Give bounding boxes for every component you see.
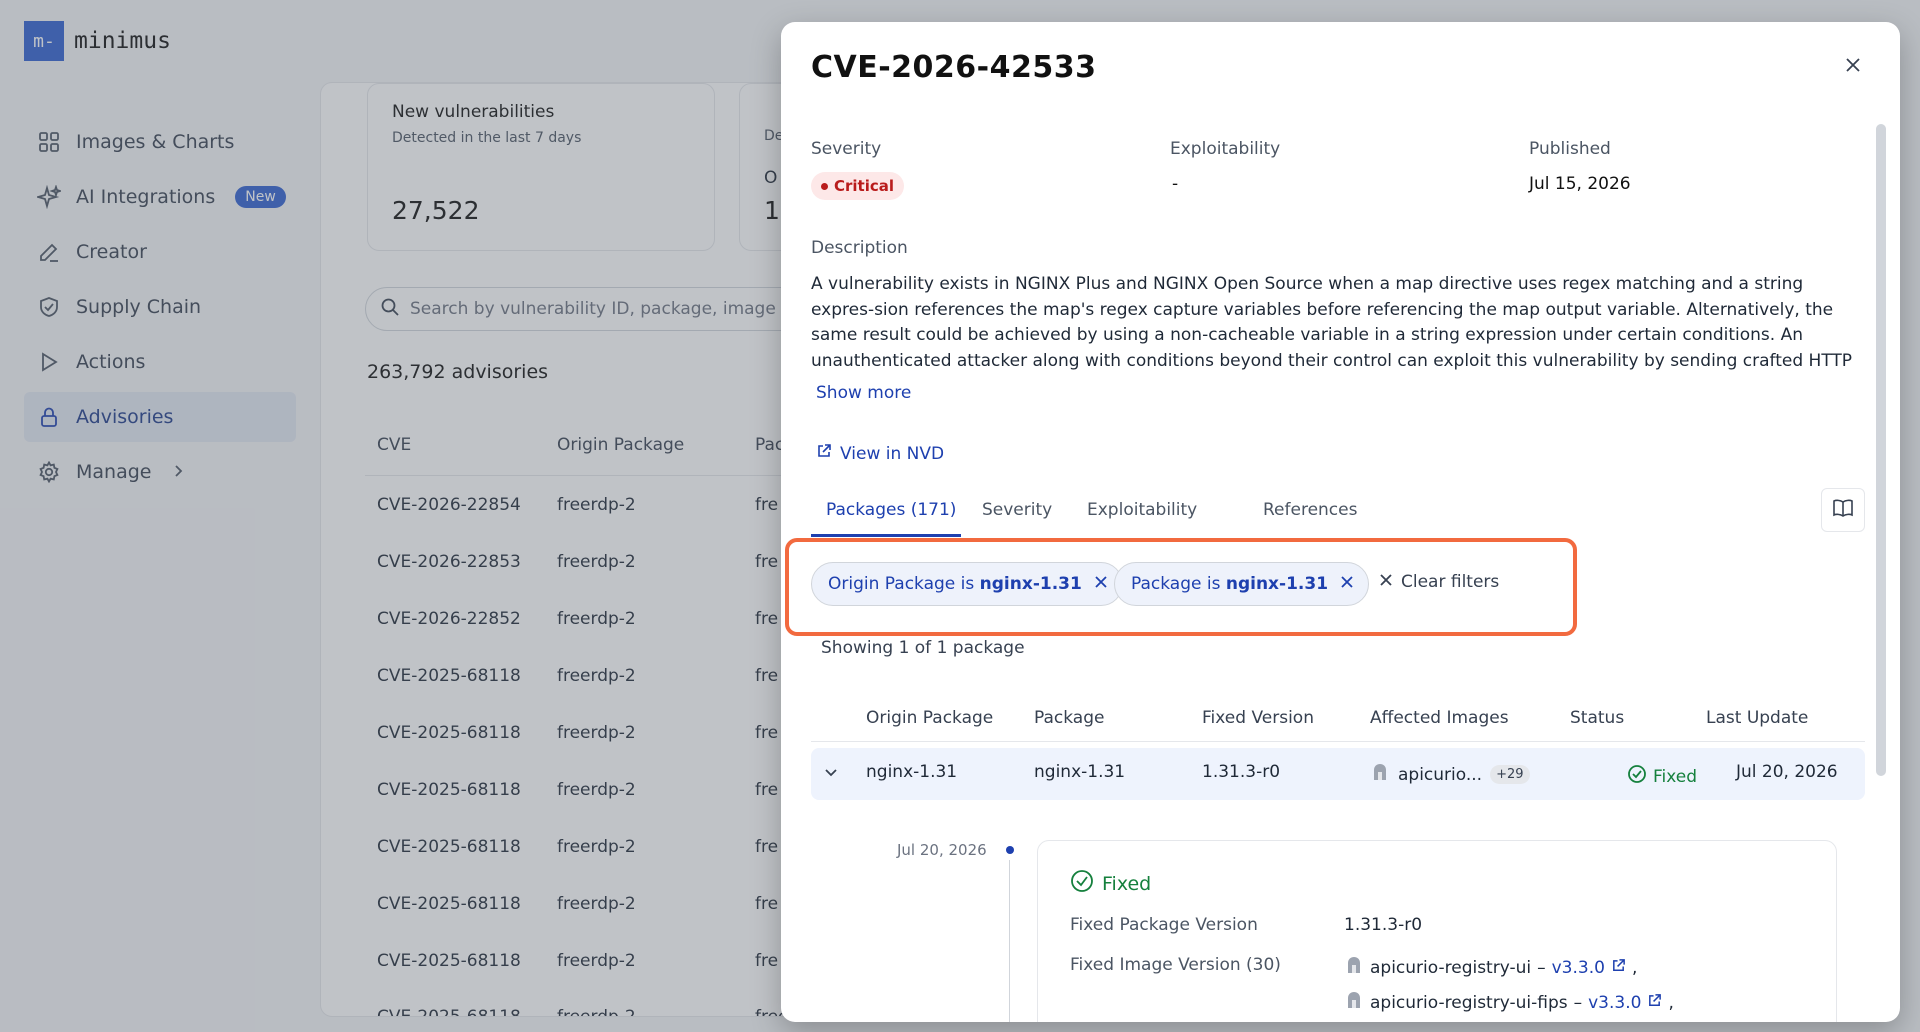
description-text: A vulnerability exists in NGINX Plus and… bbox=[811, 274, 1853, 371]
external-link-icon bbox=[816, 443, 832, 464]
description-label: Description bbox=[811, 238, 908, 258]
fix-detail-card: Fixed Fixed Package Version 1.31.3-r0 Fi… bbox=[1037, 840, 1837, 1022]
image-icon bbox=[1370, 762, 1390, 787]
column-header-origin-package[interactable]: Origin Package bbox=[866, 708, 993, 728]
tab-packages[interactable]: Packages (171) bbox=[826, 500, 956, 520]
view-in-nvd-link[interactable]: View in NVD bbox=[816, 443, 944, 464]
show-more-link[interactable]: Show more bbox=[816, 383, 911, 403]
exploitability-value: - bbox=[1172, 174, 1179, 194]
column-header-affected-images[interactable]: Affected Images bbox=[1370, 708, 1509, 728]
image-icon bbox=[1344, 990, 1364, 1015]
cell-package: nginx-1.31 bbox=[1034, 762, 1126, 782]
tab-exploitability[interactable]: Exploitability bbox=[1087, 500, 1197, 520]
more-images-badge[interactable]: +29 bbox=[1490, 765, 1530, 784]
column-header-package[interactable]: Package bbox=[1034, 708, 1104, 728]
external-link-icon[interactable] bbox=[1647, 993, 1662, 1013]
list-separator: , bbox=[1668, 992, 1674, 1013]
separator: – bbox=[1537, 957, 1546, 978]
cell-fixed-version: 1.31.3-r0 bbox=[1202, 762, 1281, 782]
timeline-date: Jul 20, 2026 bbox=[897, 841, 987, 859]
exploitability-label: Exploitability bbox=[1170, 139, 1281, 159]
table-row[interactable]: nginx-1.31 nginx-1.31 1.31.3-r0 apicurio… bbox=[811, 748, 1865, 800]
severity-value: Critical bbox=[834, 177, 895, 195]
external-link-icon[interactable] bbox=[1611, 958, 1626, 978]
cell-origin-package: nginx-1.31 bbox=[866, 762, 958, 782]
fix-status: Fixed bbox=[1070, 869, 1151, 898]
filter-chip-prefix: Package is bbox=[1131, 574, 1221, 594]
cell-last-update: Jul 20, 2026 bbox=[1736, 762, 1838, 782]
filter-chip-value: nginx-1.31 bbox=[1225, 574, 1329, 594]
image-version-link[interactable]: v3.3.0 bbox=[1552, 958, 1605, 978]
column-header-status[interactable]: Status bbox=[1570, 708, 1624, 728]
list-separator: , bbox=[1631, 957, 1638, 978]
showing-count: Showing 1 of 1 package bbox=[821, 638, 1025, 658]
scrollbar[interactable] bbox=[1876, 124, 1886, 776]
cve-detail-modal: CVE-2026-42533 Severity Critical Exploit… bbox=[781, 22, 1900, 1022]
divider bbox=[811, 741, 1865, 742]
filter-chip-text: Package is nginx-1.31 bbox=[1131, 574, 1328, 594]
check-circle-icon bbox=[1627, 764, 1647, 789]
severity-label: Severity bbox=[811, 139, 882, 159]
filter-chip-origin-package[interactable]: Origin Package is nginx-1.31 bbox=[811, 562, 1123, 606]
status-badge: Fixed bbox=[1627, 764, 1697, 789]
severity-badge: Critical bbox=[811, 172, 905, 200]
detail-tabs: Packages (171) Severity Exploitability R… bbox=[811, 492, 1851, 538]
tab-references[interactable]: References bbox=[1263, 500, 1357, 520]
close-icon bbox=[1379, 572, 1393, 592]
fix-status-text: Fixed bbox=[1102, 872, 1152, 895]
clear-filters-button[interactable]: Clear filters bbox=[1379, 572, 1499, 592]
filter-chip-value: nginx-1.31 bbox=[979, 574, 1082, 594]
cell-affected-images[interactable]: apicurio... +29 bbox=[1370, 762, 1530, 787]
remove-filter-icon[interactable] bbox=[1094, 574, 1108, 594]
column-header-fixed-version[interactable]: Fixed Version bbox=[1202, 708, 1314, 728]
fixed-image-item: apicurio-registry-ui – v3.3.0 , bbox=[1344, 955, 1637, 980]
close-button[interactable] bbox=[1838, 52, 1868, 82]
fixed-image-label: Fixed Image Version (30) bbox=[1070, 955, 1281, 975]
separator: – bbox=[1573, 992, 1583, 1013]
filter-chip-text: Origin Package is nginx-1.31 bbox=[828, 574, 1082, 594]
fixed-package-label: Fixed Package Version bbox=[1070, 915, 1258, 935]
check-circle-icon bbox=[1070, 869, 1094, 898]
close-icon bbox=[1844, 56, 1862, 78]
image-icon bbox=[1344, 955, 1364, 980]
fixed-image-item: apicurio-registry-ui-fips – v3.3.0 , bbox=[1344, 990, 1674, 1015]
filter-chip-prefix: Origin Package is bbox=[828, 574, 975, 594]
filter-chip-package[interactable]: Package is nginx-1.31 bbox=[1114, 562, 1370, 606]
modal-title: CVE-2026-42533 bbox=[811, 50, 1097, 85]
image-name: apicurio-registry-ui bbox=[1370, 957, 1532, 978]
clear-filters-label: Clear filters bbox=[1401, 572, 1500, 592]
severity-dot bbox=[821, 182, 828, 190]
image-version-link[interactable]: v3.3.0 bbox=[1588, 993, 1641, 1013]
fixed-package-value: 1.31.3-r0 bbox=[1344, 915, 1423, 935]
remove-filter-icon[interactable] bbox=[1340, 574, 1354, 594]
active-tab-indicator bbox=[811, 534, 961, 537]
image-name: apicurio-registry-ui-fips bbox=[1370, 992, 1568, 1013]
timeline-dot bbox=[1006, 846, 1014, 854]
status-text: Fixed bbox=[1653, 766, 1698, 787]
book-icon bbox=[1832, 498, 1854, 522]
published-label: Published bbox=[1529, 139, 1611, 159]
published-value: Jul 15, 2026 bbox=[1529, 174, 1631, 194]
timeline-line bbox=[1009, 860, 1010, 1022]
docs-button[interactable] bbox=[1821, 488, 1865, 532]
chevron-down-icon[interactable] bbox=[823, 764, 839, 785]
affected-image-name: apicurio... bbox=[1398, 764, 1483, 785]
column-header-last-update[interactable]: Last Update bbox=[1706, 708, 1808, 728]
tab-severity[interactable]: Severity bbox=[982, 500, 1052, 520]
view-in-nvd-label: View in NVD bbox=[840, 443, 945, 464]
